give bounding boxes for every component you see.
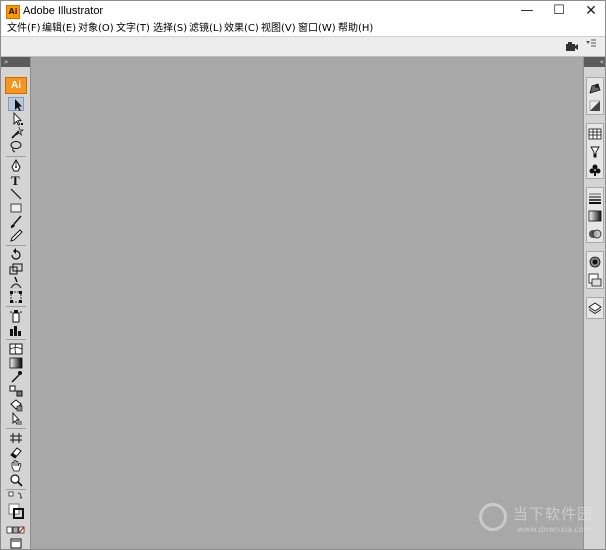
swatches-icon[interactable]	[588, 127, 602, 141]
document-workspace[interactable]	[31, 57, 583, 549]
tools-divider	[6, 489, 26, 490]
panel-menu-icon[interactable]	[585, 39, 597, 49]
menu-type[interactable]: 文字(T)	[116, 23, 150, 35]
dock-group	[586, 251, 604, 289]
eraser-tool-icon[interactable]	[8, 445, 24, 459]
zoom-tool-icon[interactable]	[8, 473, 24, 487]
menu-help[interactable]: 帮助(H)	[338, 23, 373, 35]
pen-tool-icon[interactable]	[8, 159, 24, 173]
column-graph-tool-icon[interactable]	[8, 323, 24, 337]
pencil-tool-icon[interactable]	[8, 229, 24, 243]
warp-tool-icon[interactable]	[8, 276, 24, 290]
tools-panel: » Ai T	[1, 57, 31, 549]
window-title: Adobe Illustrator	[23, 5, 104, 17]
tools-divider	[6, 339, 26, 340]
menu-select[interactable]: 选择(S)	[153, 23, 187, 35]
dock-group	[586, 123, 604, 179]
menu-bar: 文件(F) 编辑(E) 对象(O) 文字(T) 选择(S) 滤镜(L) 效果(C…	[1, 23, 605, 36]
scale-tool-icon[interactable]	[8, 262, 24, 276]
fill-stroke-color-swatches-icon[interactable]	[8, 503, 24, 521]
layers-icon[interactable]	[588, 301, 602, 315]
svg-text:T: T	[11, 173, 20, 187]
hand-tool-icon[interactable]	[8, 459, 24, 473]
minimize-button[interactable]: —	[511, 1, 543, 23]
panel-dock-collapse[interactable]: «	[584, 57, 605, 67]
graphic-styles-icon[interactable]	[588, 273, 602, 287]
mesh-tool-icon[interactable]	[8, 342, 24, 356]
eyedropper-tool-icon[interactable]	[8, 370, 24, 384]
gradient-tool-icon[interactable]	[8, 356, 24, 370]
control-bar	[1, 36, 605, 57]
magic-wand-tool-icon[interactable]	[8, 126, 24, 140]
app-window: Ai Adobe Illustrator — ☐ ✕ 文件(F) 编辑(E) 对…	[0, 0, 606, 550]
symbol-sprayer-tool-icon[interactable]	[8, 309, 24, 323]
camera-icon[interactable]	[565, 41, 579, 52]
watermark-title: 当下软件园	[513, 505, 594, 523]
tools-divider	[6, 156, 26, 157]
live-paint-selection-tool-icon[interactable]	[8, 412, 24, 426]
ai-logo: Ai	[5, 77, 27, 94]
panel-dock: «	[583, 57, 605, 549]
menu-effect[interactable]: 效果(C)	[224, 23, 259, 35]
paintbrush-tool-icon[interactable]	[8, 215, 24, 229]
menu-file[interactable]: 文件(F)	[7, 23, 41, 35]
gradient-panel-icon[interactable]	[588, 209, 602, 223]
color-guide-icon[interactable]	[588, 99, 602, 113]
site-watermark: 当下软件园 www.downxia.com	[479, 501, 599, 541]
app-logo-icon: Ai	[6, 5, 20, 19]
dock-group	[586, 77, 604, 115]
menu-object[interactable]: 对象(O)	[78, 23, 114, 35]
rectangle-tool-icon[interactable]	[8, 201, 24, 215]
tools-divider	[6, 245, 26, 246]
title-bar: Ai Adobe Illustrator — ☐ ✕	[1, 1, 605, 23]
watermark-logo-icon	[479, 503, 507, 531]
lasso-tool-icon[interactable]	[8, 140, 24, 154]
free-transform-tool-icon[interactable]	[8, 290, 24, 304]
blend-tool-icon[interactable]	[8, 384, 24, 398]
menu-view[interactable]: 视图(V)	[261, 23, 296, 35]
stroke-icon[interactable]	[588, 191, 602, 205]
transparency-icon[interactable]	[588, 227, 602, 241]
live-paint-bucket-tool-icon[interactable]	[8, 398, 24, 412]
dock-group	[586, 187, 604, 243]
color-panel-icon[interactable]	[588, 81, 602, 95]
close-button[interactable]: ✕	[575, 1, 605, 23]
rotate-tool-icon[interactable]	[8, 248, 24, 262]
tools-divider	[6, 428, 26, 429]
menu-edit[interactable]: 编辑(E)	[42, 23, 76, 35]
direct-selection-tool-icon[interactable]	[8, 112, 24, 126]
watermark-url: www.downxia.com	[517, 525, 592, 534]
menu-filter[interactable]: 滤镜(L)	[189, 23, 222, 35]
brushes-icon[interactable]	[588, 145, 602, 159]
selection-tool-icon[interactable]	[8, 97, 24, 111]
symbols-icon[interactable]	[588, 163, 602, 177]
slice-tool-icon[interactable]	[8, 431, 24, 445]
appearance-icon[interactable]	[588, 255, 602, 269]
line-segment-tool-icon[interactable]	[8, 187, 24, 201]
dock-group	[586, 297, 604, 319]
tools-divider	[6, 306, 26, 307]
maximize-button[interactable]: ☐	[543, 1, 575, 23]
type-tool-icon[interactable]: T	[8, 173, 24, 187]
menu-window[interactable]: 窗口(W)	[298, 23, 336, 35]
screen-mode-button-icon[interactable]	[8, 537, 24, 549]
tools-panel-collapse[interactable]: »	[1, 57, 30, 67]
color-mode-buttons-icon[interactable]	[6, 523, 26, 537]
